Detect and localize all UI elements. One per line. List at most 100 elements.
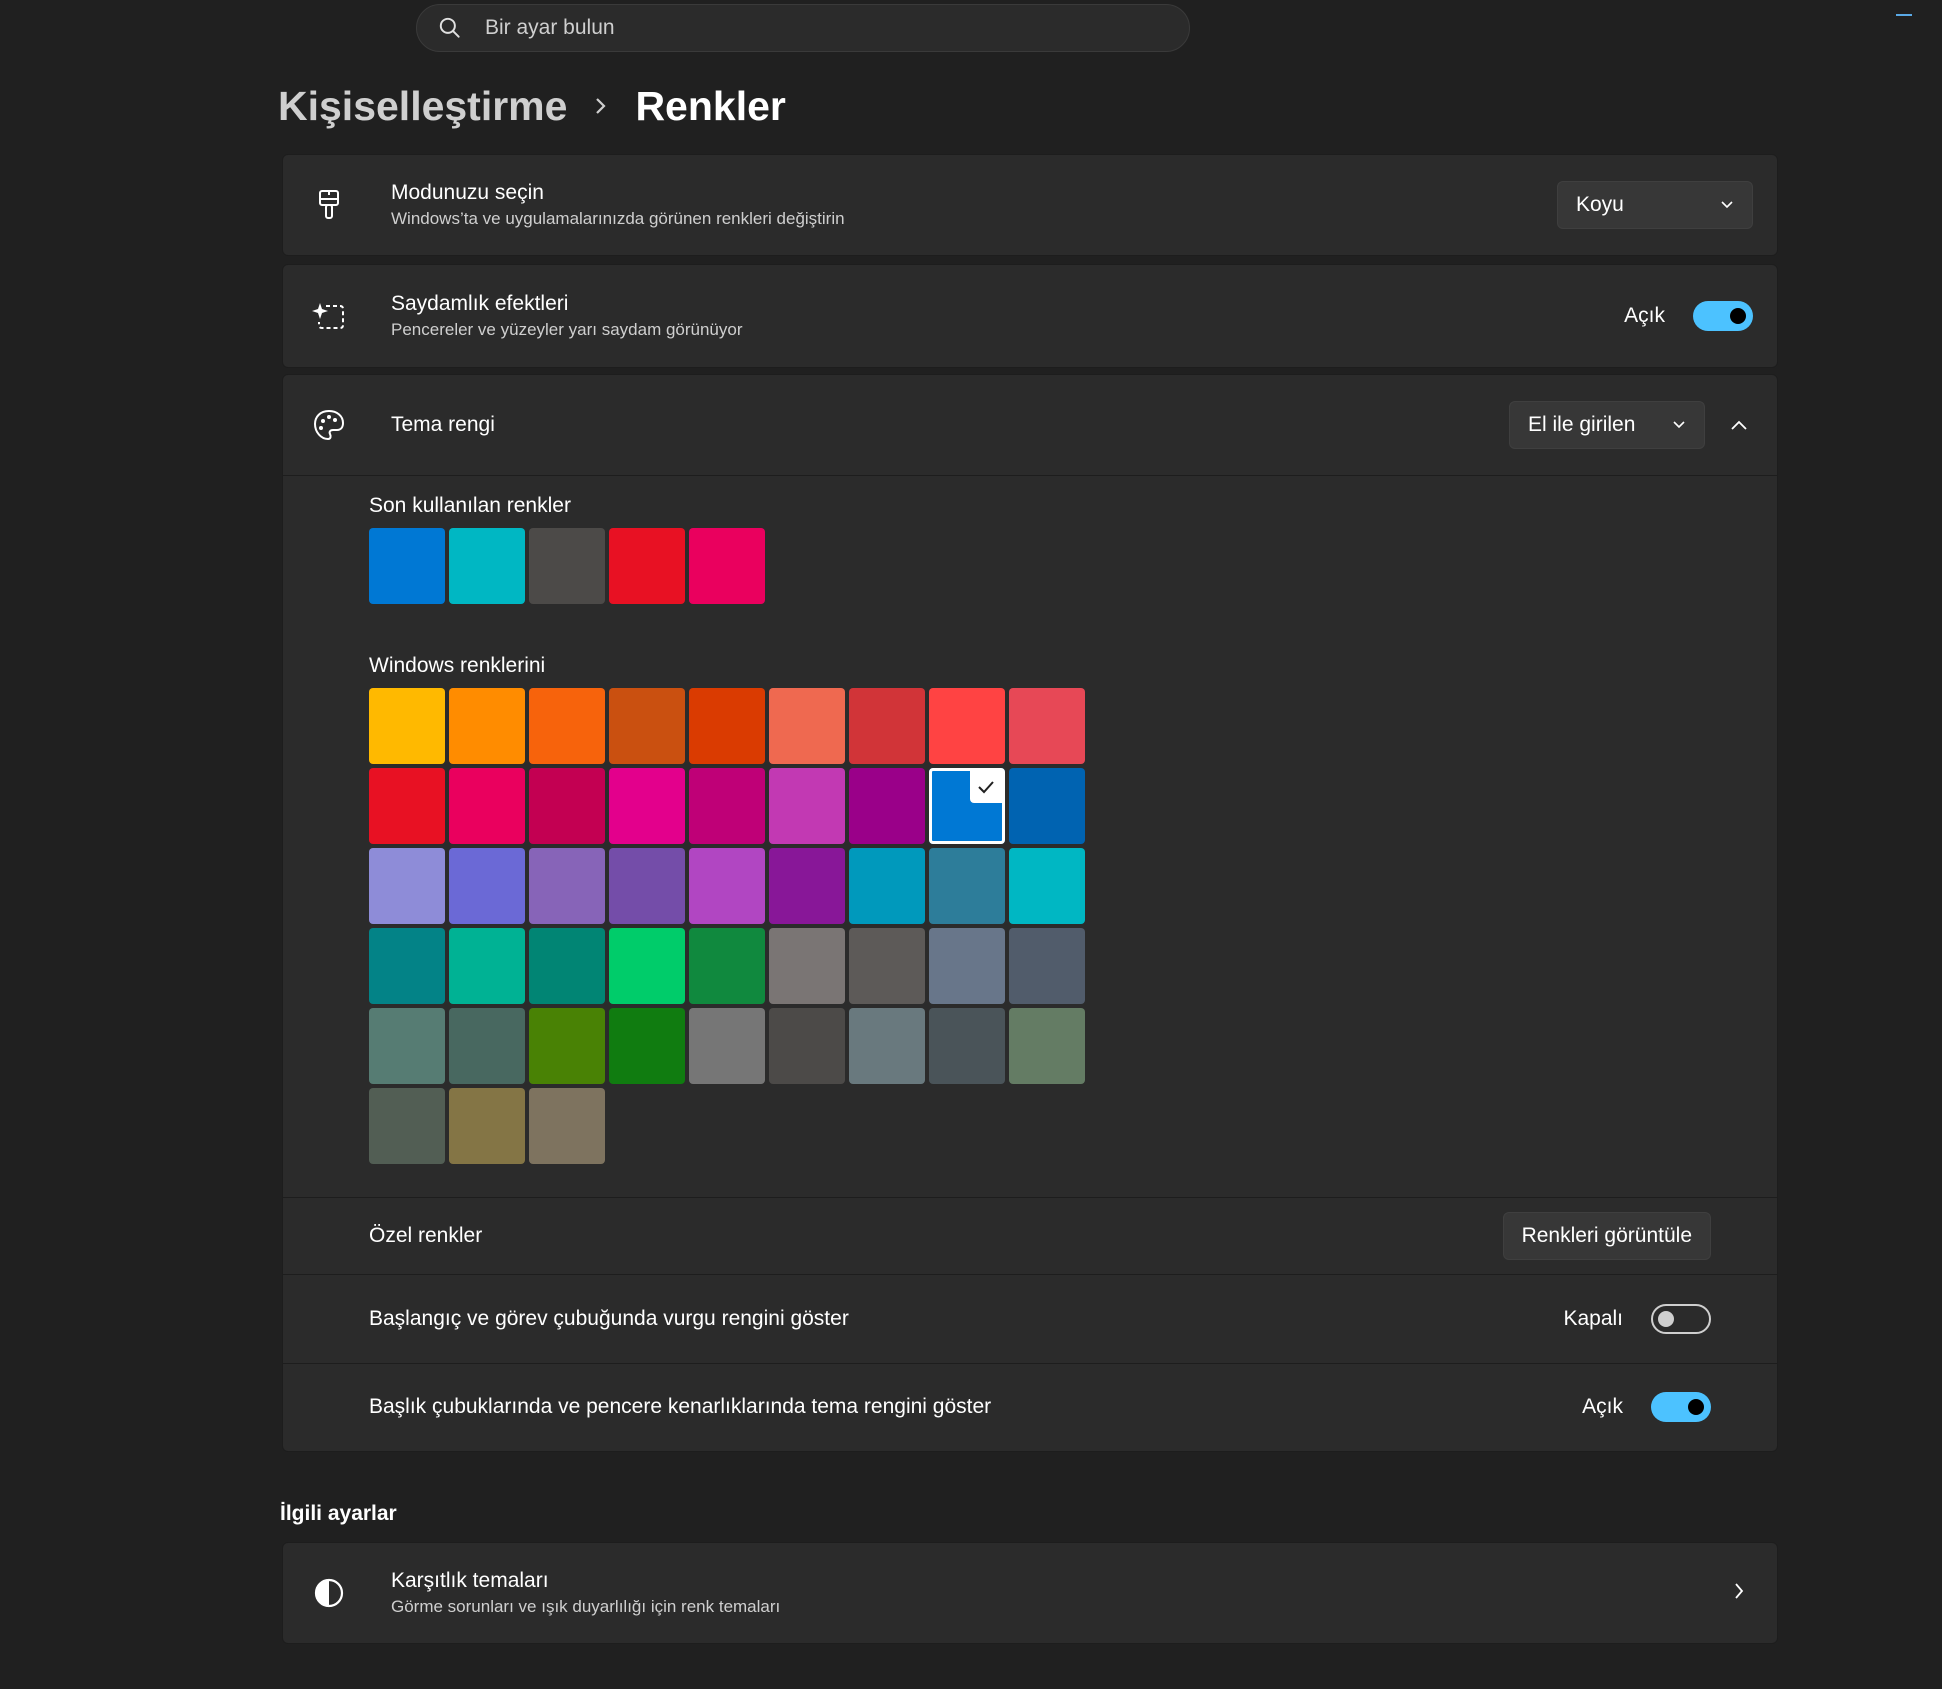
windows-color-swatch[interactable]	[529, 848, 605, 924]
windows-color-swatch[interactable]	[449, 768, 525, 844]
windows-color-swatch[interactable]	[769, 928, 845, 1004]
custom-colors-label: Özel renkler	[369, 1224, 483, 1247]
contrast-icon	[307, 1577, 351, 1609]
windows-color-swatch[interactable]	[529, 768, 605, 844]
search-input[interactable]	[483, 15, 1083, 41]
chevron-right-icon	[593, 96, 609, 116]
titlebar-label: Başlık çubuklarında ve pencere kenarlıkl…	[369, 1395, 992, 1418]
windows-color-swatch[interactable]	[689, 1008, 765, 1084]
mode-card: Modunuzu seçin Windows’ta ve uygulamalar…	[282, 154, 1778, 256]
paintbrush-icon	[307, 188, 351, 222]
page-title: Renkler	[635, 82, 786, 129]
custom-colors-row: Özel renkler Renkleri görüntüle	[283, 1198, 1777, 1274]
mode-dropdown-value: Koyu	[1576, 193, 1624, 216]
accent-title: Tema rengi	[391, 413, 495, 436]
windows-color-swatch[interactable]	[1009, 928, 1085, 1004]
toggle-knob	[1658, 1311, 1674, 1327]
windows-color-swatch[interactable]	[929, 688, 1005, 764]
windows-color-swatch[interactable]	[369, 928, 445, 1004]
accent-mode-value: El ile girilen	[1528, 413, 1636, 436]
windows-color-swatch[interactable]	[449, 1088, 525, 1164]
windows-color-swatch[interactable]	[1009, 688, 1085, 764]
windows-color-swatch[interactable]	[609, 848, 685, 924]
view-colors-button[interactable]: Renkleri görüntüle	[1502, 1212, 1711, 1260]
windows-color-swatch[interactable]	[1009, 1008, 1085, 1084]
windows-color-swatch[interactable]	[849, 928, 925, 1004]
windows-color-swatch[interactable]	[609, 688, 685, 764]
windows-color-swatch[interactable]	[369, 1088, 445, 1164]
recent-colors-grid	[369, 528, 789, 608]
windows-color-swatch[interactable]	[609, 1008, 685, 1084]
contrast-themes-subtitle: Görme sorunları ve ışık duyarlılığı için…	[391, 1597, 781, 1616]
search-box[interactable]	[416, 4, 1190, 52]
windows-color-swatch[interactable]	[929, 928, 1005, 1004]
start-taskbar-toggle[interactable]	[1651, 1304, 1711, 1334]
accent-mode-dropdown[interactable]: El ile girilen	[1509, 401, 1705, 449]
windows-color-swatch[interactable]	[449, 1008, 525, 1084]
windows-color-swatch[interactable]	[449, 688, 525, 764]
chevron-right-icon	[1733, 1581, 1745, 1606]
start-taskbar-label: Başlangıç ve görev çubuğunda vurgu rengi…	[369, 1307, 849, 1330]
windows-color-swatch[interactable]	[769, 1008, 845, 1084]
collapse-chevron-up-icon[interactable]	[1725, 419, 1753, 431]
recent-color-swatch[interactable]	[529, 528, 605, 604]
windows-color-swatch[interactable]	[369, 1008, 445, 1084]
palette-icon	[307, 408, 351, 442]
windows-color-swatch[interactable]	[1009, 768, 1085, 844]
contrast-themes-card[interactable]: Karşıtlık temaları Görme sorunları ve ış…	[282, 1542, 1778, 1644]
recent-color-swatch[interactable]	[449, 528, 525, 604]
windows-color-swatch[interactable]	[689, 928, 765, 1004]
contrast-themes-title: Karşıtlık temaları	[391, 1569, 549, 1592]
windows-color-swatch[interactable]	[769, 848, 845, 924]
mode-subtitle: Windows’ta ve uygulamalarınızda görünen …	[391, 209, 845, 228]
recent-color-swatch[interactable]	[609, 528, 685, 604]
breadcrumb-parent[interactable]: Kişiselleştirme	[278, 83, 567, 130]
chevron-down-icon	[1673, 421, 1685, 429]
toggle-knob	[1688, 1399, 1704, 1415]
windows-color-swatch[interactable]	[369, 848, 445, 924]
checkmark-icon	[970, 771, 1002, 803]
toggle-knob	[1730, 308, 1746, 324]
titlebar-row: Başlık çubuklarında ve pencere kenarlıkl…	[283, 1364, 1777, 1450]
breadcrumb: Kişiselleştirme Renkler	[278, 78, 786, 134]
windows-color-swatch[interactable]	[369, 768, 445, 844]
start-taskbar-state: Kapalı	[1563, 1307, 1623, 1330]
windows-color-swatch[interactable]	[769, 688, 845, 764]
windows-color-swatch[interactable]	[689, 848, 765, 924]
mode-title: Modunuzu seçin	[391, 181, 544, 204]
accent-card: Tema rengi El ile girilen Son kullanılan…	[282, 374, 1778, 1452]
recent-color-swatch[interactable]	[689, 528, 765, 604]
windows-color-swatch[interactable]	[529, 688, 605, 764]
transparency-subtitle: Pencereler ve yüzeyler yarı saydam görün…	[391, 320, 743, 339]
windows-color-swatch[interactable]	[929, 1008, 1005, 1084]
windows-color-swatch[interactable]	[849, 1008, 925, 1084]
windows-colors-grid	[369, 688, 1109, 1168]
window-minimize-indicator[interactable]	[1896, 14, 1912, 16]
windows-color-swatch[interactable]	[529, 1088, 605, 1164]
start-taskbar-row: Başlangıç ve görev çubuğunda vurgu rengi…	[283, 1275, 1777, 1363]
windows-color-swatch[interactable]	[849, 768, 925, 844]
windows-color-swatch[interactable]	[689, 688, 765, 764]
related-settings-heading: İlgili ayarlar	[280, 1502, 397, 1525]
sparkle-selection-icon	[307, 300, 351, 332]
titlebar-toggle[interactable]	[1651, 1392, 1711, 1422]
windows-color-swatch[interactable]	[769, 768, 845, 844]
windows-color-swatch[interactable]	[609, 768, 685, 844]
mode-dropdown[interactable]: Koyu	[1557, 181, 1753, 229]
windows-color-swatch[interactable]	[929, 848, 1005, 924]
transparency-toggle[interactable]	[1693, 301, 1753, 331]
windows-color-swatch[interactable]	[369, 688, 445, 764]
windows-color-swatch[interactable]	[449, 928, 525, 1004]
windows-color-swatch[interactable]	[849, 688, 925, 764]
windows-color-swatch[interactable]	[689, 768, 765, 844]
windows-color-swatch[interactable]	[929, 768, 1005, 844]
windows-color-swatch[interactable]	[849, 848, 925, 924]
recent-color-swatch[interactable]	[369, 528, 445, 604]
recent-colors-label: Son kullanılan renkler	[369, 494, 571, 517]
windows-color-swatch[interactable]	[1009, 848, 1085, 924]
windows-color-swatch[interactable]	[609, 928, 685, 1004]
windows-color-swatch[interactable]	[529, 928, 605, 1004]
search-icon	[439, 17, 460, 38]
windows-color-swatch[interactable]	[529, 1008, 605, 1084]
windows-color-swatch[interactable]	[449, 848, 525, 924]
